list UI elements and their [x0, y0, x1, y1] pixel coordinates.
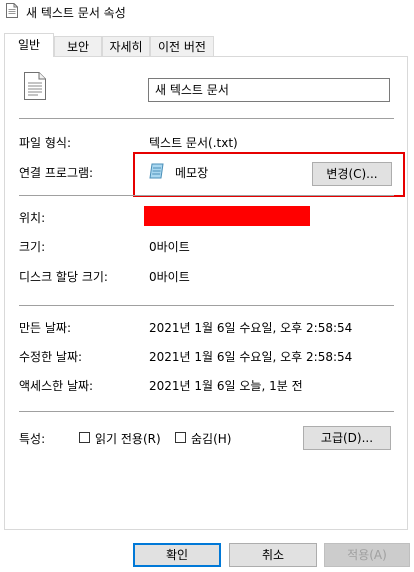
- file-type-value: 텍스트 문서(.txt): [149, 136, 238, 150]
- file-type-label: 파일 형식:: [19, 136, 72, 150]
- file-name-input[interactable]: 새 텍스트 문서: [148, 78, 390, 102]
- separator: [19, 411, 394, 412]
- separator: [19, 195, 394, 196]
- tab-label: 일반: [17, 38, 41, 52]
- hidden-checkbox[interactable]: [175, 432, 186, 443]
- location-redacted: [144, 206, 310, 226]
- tab-general[interactable]: 일반: [4, 33, 54, 57]
- general-panel: [4, 56, 408, 530]
- tab-previous-versions[interactable]: 이전 버전: [150, 36, 214, 56]
- advanced-button[interactable]: 고급(D)...: [303, 426, 391, 450]
- window-title: 새 텍스트 문서 속성: [26, 6, 126, 20]
- hidden-label[interactable]: 숨김(H): [191, 430, 231, 447]
- tab-label: 자세히: [109, 40, 143, 54]
- highlight-box: [133, 152, 405, 197]
- size-on-disk-label: 디스크 할당 크기:: [19, 270, 108, 284]
- location-label: 위치:: [19, 211, 46, 225]
- modified-label: 수정한 날짜:: [19, 350, 83, 364]
- attributes-label: 특성:: [19, 432, 46, 446]
- modified-value: 2021년 1월 6일 수요일, 오후 2:58:54: [149, 350, 353, 364]
- created-value: 2021년 1월 6일 수요일, 오후 2:58:54: [149, 321, 353, 335]
- separator: [19, 305, 394, 306]
- separator: [19, 118, 394, 119]
- ok-button[interactable]: 확인: [133, 543, 221, 567]
- size-on-disk-value: 0바이트: [149, 270, 190, 284]
- opens-with-label: 연결 프로그램:: [19, 166, 94, 180]
- tab-label: 보안: [66, 40, 90, 54]
- cancel-button[interactable]: 취소: [229, 543, 317, 567]
- tab-label: 이전 버전: [158, 40, 206, 54]
- readonly-checkbox[interactable]: [79, 432, 90, 443]
- tab-details[interactable]: 자세히: [102, 36, 150, 56]
- size-value: 0바이트: [149, 240, 190, 254]
- accessed-value: 2021년 1월 6일 오늘, 1분 전: [149, 379, 303, 393]
- apply-button: 적용(A): [324, 543, 410, 567]
- size-label: 크기:: [19, 240, 46, 254]
- file-icon: [24, 72, 46, 100]
- title-bar: 새 텍스트 문서 속성: [0, 0, 414, 26]
- created-label: 만든 날짜:: [19, 321, 72, 335]
- readonly-label[interactable]: 읽기 전용(R): [95, 430, 161, 447]
- text-document-icon: [6, 3, 18, 18]
- tab-security[interactable]: 보안: [54, 36, 102, 56]
- accessed-label: 액세스한 날짜:: [19, 379, 94, 393]
